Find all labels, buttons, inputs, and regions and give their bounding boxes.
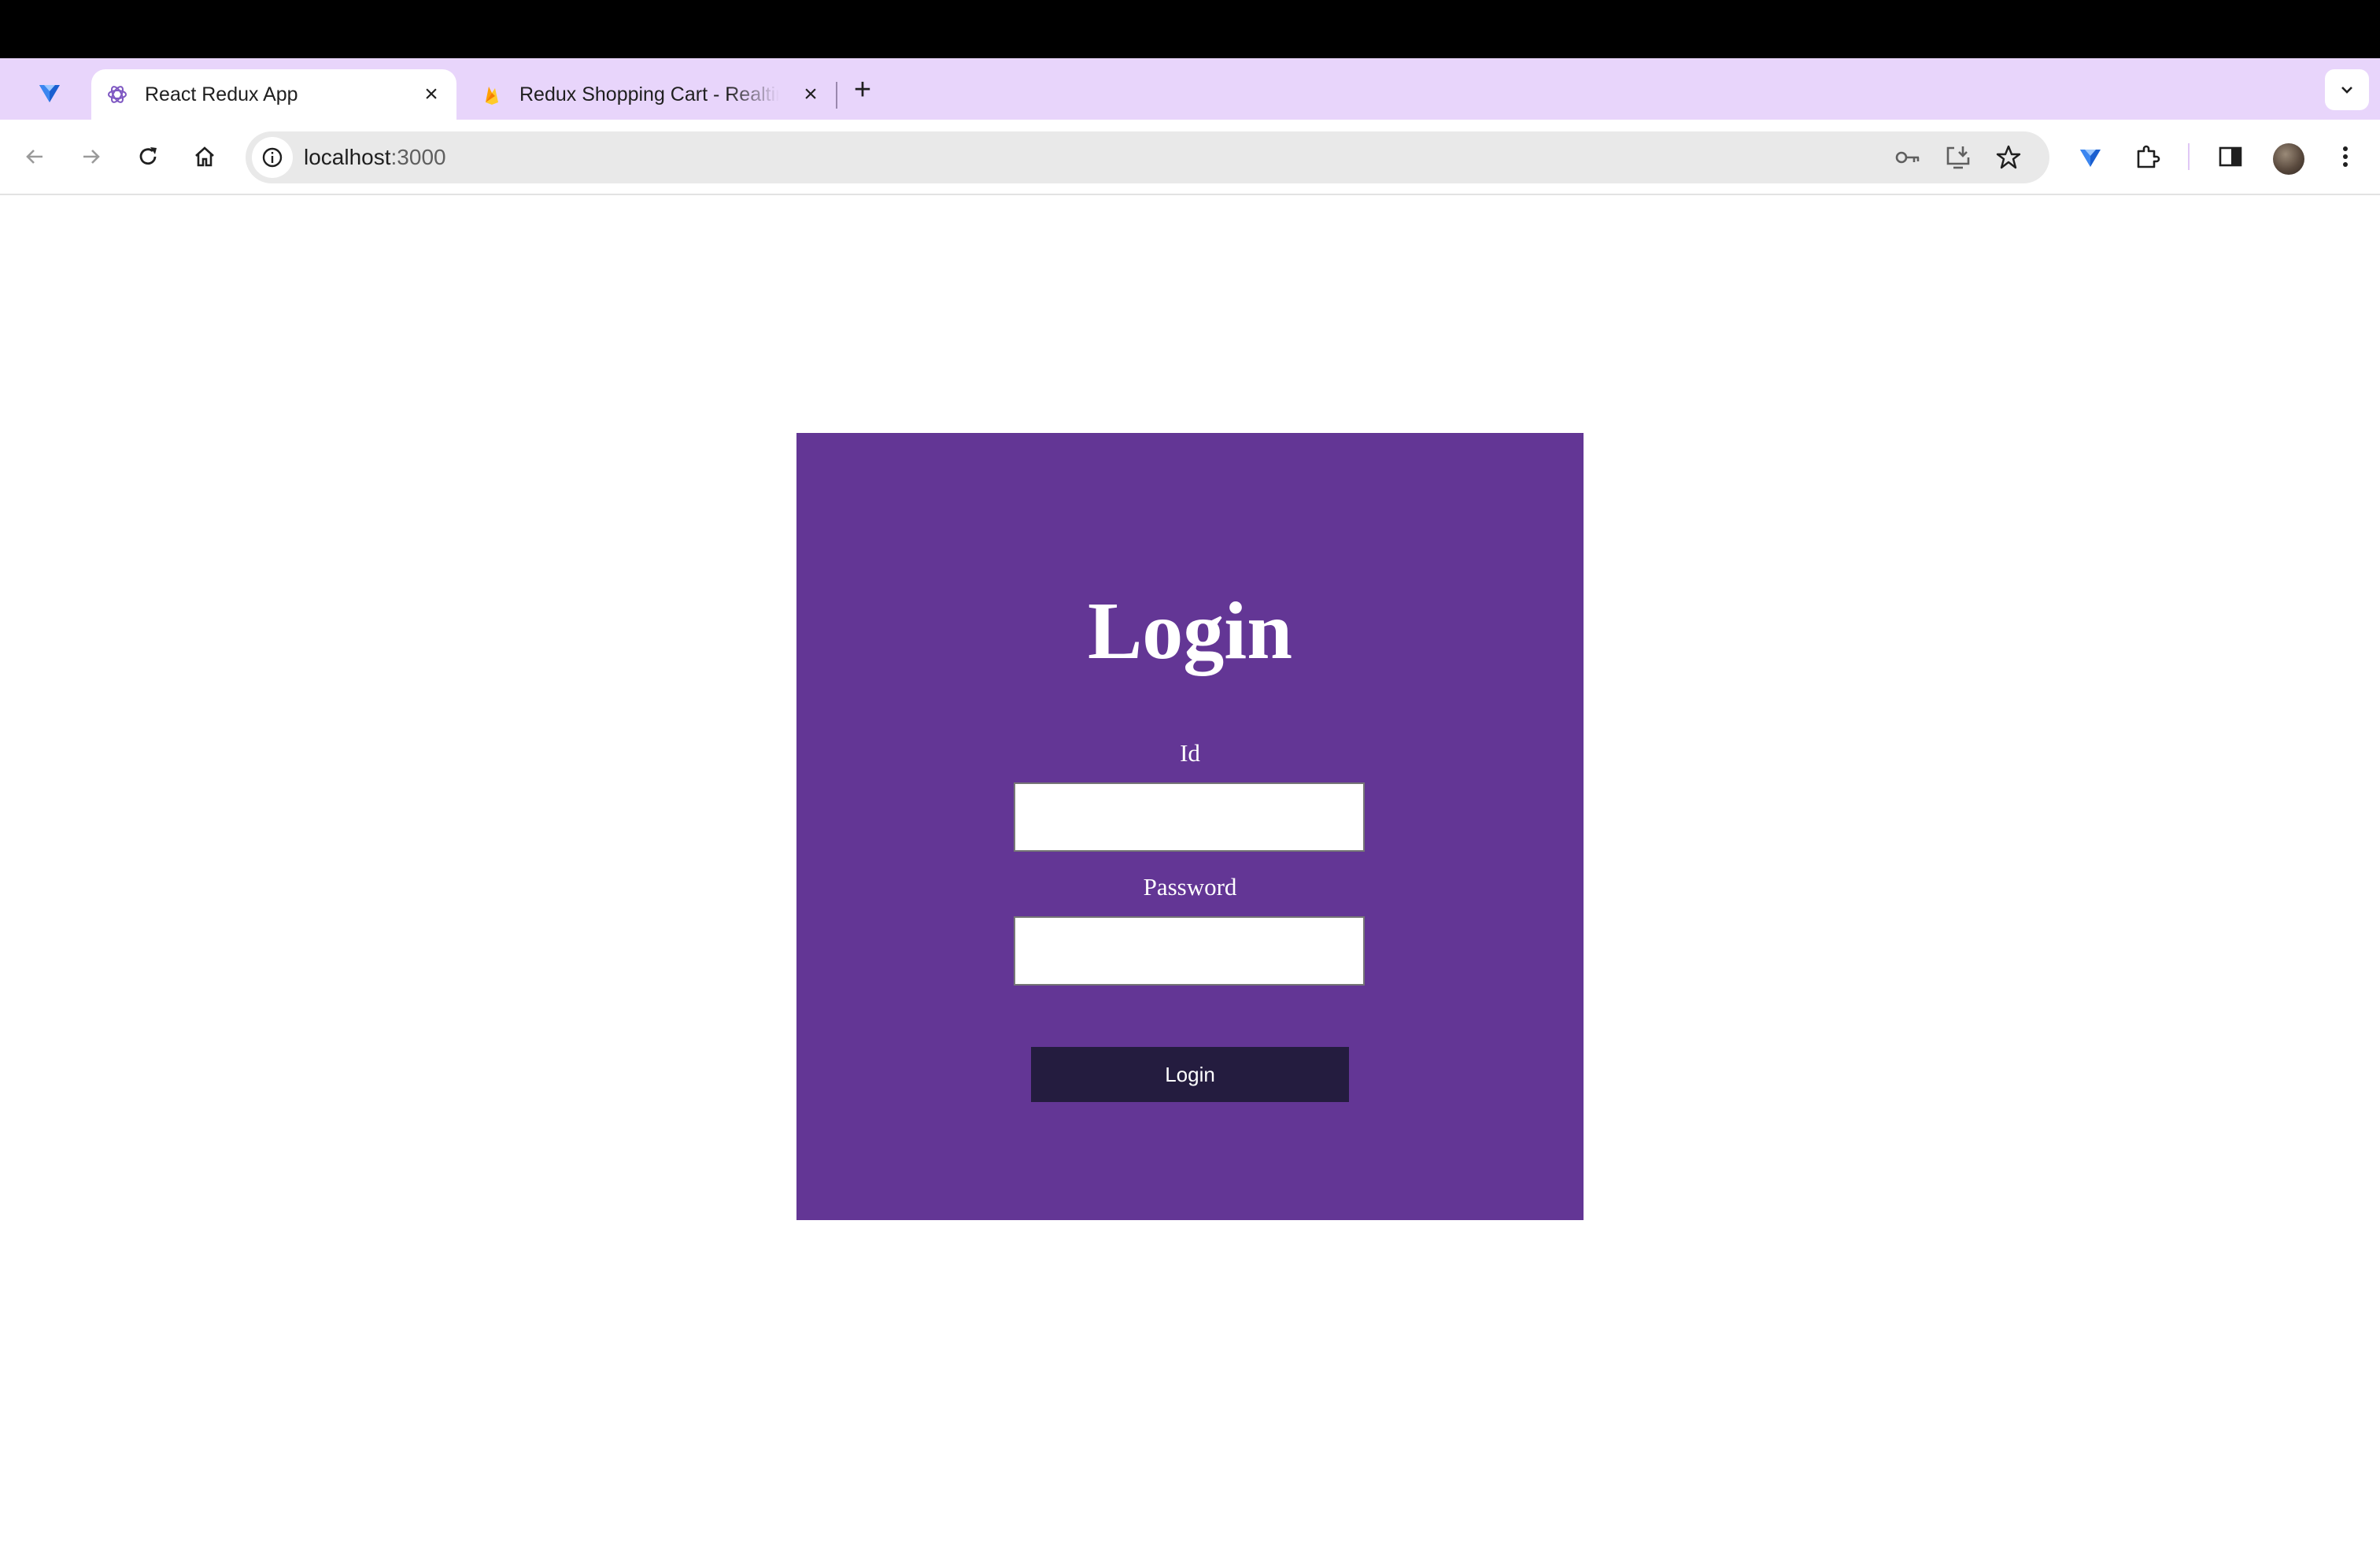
page-content: Login Id Password Login xyxy=(0,195,2380,1546)
gem-extension-icon[interactable] xyxy=(35,77,65,107)
tab-search-chevron-down-icon[interactable] xyxy=(2325,69,2369,110)
tab-title: React Redux App xyxy=(145,83,298,105)
gem-extension-icon[interactable] xyxy=(2075,141,2106,172)
more-options-icon[interactable] xyxy=(2330,141,2361,172)
tab-title: Redux Shopping Cart - Realtime xyxy=(519,83,779,105)
id-label: Id xyxy=(1180,739,1200,767)
login-title: Login xyxy=(1087,586,1293,676)
firebase-favicon-icon xyxy=(480,83,504,106)
forward-arrow-icon[interactable] xyxy=(76,141,107,172)
home-icon[interactable] xyxy=(189,141,220,172)
url-text[interactable]: localhost:3000 xyxy=(304,145,446,170)
new-tab-plus-icon[interactable]: + xyxy=(847,73,878,106)
tab-react-redux-app[interactable]: React Redux App × xyxy=(91,69,456,120)
url-host: localhost xyxy=(304,145,391,169)
profile-avatar[interactable] xyxy=(2273,143,2304,175)
reload-icon[interactable] xyxy=(132,141,164,172)
address-bar[interactable]: localhost:3000 xyxy=(246,131,2049,183)
window-top-bar xyxy=(0,0,2380,58)
side-panel-icon[interactable] xyxy=(2215,141,2246,172)
tab-redux-shopping-cart[interactable]: Redux Shopping Cart - Realtime × xyxy=(466,69,836,120)
close-icon[interactable]: × xyxy=(419,82,444,107)
tab-strip: React Redux App × Redux Shopping Cart - … xyxy=(0,58,2380,120)
back-arrow-icon[interactable] xyxy=(19,141,50,172)
password-key-icon[interactable] xyxy=(1894,143,1922,172)
url-port: :3000 xyxy=(390,145,446,169)
id-input[interactable] xyxy=(1014,782,1365,852)
browser-toolbar: localhost:3000 xyxy=(0,120,2380,195)
close-icon[interactable]: × xyxy=(798,82,823,107)
bookmark-star-icon[interactable] xyxy=(1994,143,2023,172)
password-label: Password xyxy=(1143,873,1237,901)
extensions-puzzle-icon[interactable] xyxy=(2131,141,2163,172)
tab-divider xyxy=(836,82,837,109)
site-info-icon[interactable] xyxy=(252,137,293,178)
login-button[interactable]: Login xyxy=(1031,1047,1349,1102)
toolbar-separator xyxy=(2188,143,2190,170)
install-app-icon[interactable] xyxy=(1944,143,1972,172)
password-input[interactable] xyxy=(1014,916,1365,986)
login-form: Login Id Password Login xyxy=(796,433,1584,1220)
react-redux-favicon-icon xyxy=(105,83,129,106)
